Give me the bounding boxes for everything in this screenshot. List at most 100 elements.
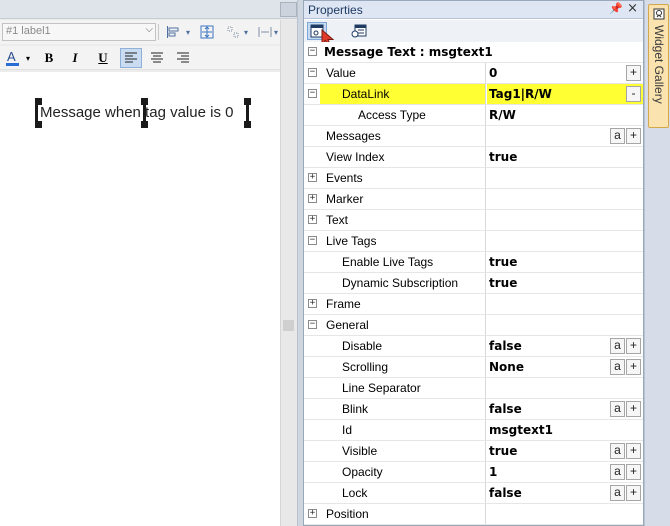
property-value-cell[interactable]: [487, 378, 643, 398]
scrollbar-thumb[interactable]: [283, 320, 294, 331]
property-value: 1: [489, 465, 498, 479]
property-row[interactable]: Line Separator: [304, 378, 643, 399]
add-button[interactable]: +: [626, 485, 641, 501]
property-name: Scrolling: [342, 360, 389, 374]
underline-button[interactable]: U: [92, 48, 114, 68]
add-button[interactable]: +: [626, 443, 641, 459]
message-text-widget[interactable]: Message when tag value is 0: [35, 98, 251, 128]
property-row[interactable]: Disable false a +: [304, 336, 643, 357]
animation-button[interactable]: a: [610, 443, 625, 459]
animation-button[interactable]: a: [610, 338, 625, 354]
property-row[interactable]: Dynamic Subscription true: [304, 273, 643, 294]
add-button[interactable]: +: [626, 359, 641, 375]
property-name: Value: [326, 66, 356, 80]
collapse-icon[interactable]: −: [308, 68, 317, 77]
add-button[interactable]: +: [626, 65, 641, 81]
collapse-icon[interactable]: −: [308, 320, 317, 329]
property-row[interactable]: + Frame: [304, 294, 643, 315]
collapse-icon[interactable]: −: [308, 47, 317, 56]
property-name: Line Separator: [342, 381, 421, 395]
property-value-cell[interactable]: [487, 315, 643, 335]
label-toolbar: #1 label1 ⌵ ▾ ▾ ▾: [0, 20, 280, 44]
property-row[interactable]: Enable Live Tags true: [304, 252, 643, 273]
widget-gallery-tab[interactable]: Widget Gallery: [648, 4, 669, 128]
widget-gallery-icon: [653, 8, 665, 20]
expand-icon[interactable]: +: [308, 173, 317, 182]
chevron-down-icon[interactable]: ▾: [22, 48, 34, 68]
close-icon[interactable]: ×: [627, 1, 638, 16]
property-name: Position: [326, 507, 369, 521]
expand-icon[interactable]: +: [308, 194, 317, 203]
events-view-button[interactable]: [349, 22, 369, 40]
expand-icon[interactable]: +: [308, 509, 317, 518]
property-row[interactable]: + Position: [304, 504, 643, 525]
animation-button[interactable]: a: [610, 464, 625, 480]
property-row[interactable]: Id msgtext1: [304, 420, 643, 441]
property-value-cell[interactable]: [487, 63, 643, 83]
align-right-button[interactable]: [172, 48, 194, 68]
property-name: Frame: [326, 297, 361, 311]
property-name: Blink: [342, 402, 369, 416]
collapse-icon[interactable]: −: [308, 236, 317, 245]
property-value-cell[interactable]: [487, 210, 643, 230]
property-value-cell[interactable]: [487, 231, 643, 251]
vertical-scrollbar[interactable]: [280, 20, 297, 526]
scroll-up-button[interactable]: [280, 2, 297, 17]
property-row[interactable]: Visible true a +: [304, 441, 643, 462]
property-name: View Index: [326, 150, 385, 164]
property-row[interactable]: − DataLink Tag1|R/W -: [304, 84, 643, 105]
italic-button[interactable]: I: [64, 48, 86, 68]
property-value-cell[interactable]: [487, 168, 643, 188]
property-row[interactable]: − Value 0 +: [304, 63, 643, 84]
property-value: true: [489, 444, 518, 458]
resize-handle[interactable]: [244, 121, 251, 128]
resize-handle[interactable]: [35, 121, 42, 128]
resize-handle[interactable]: [141, 121, 148, 128]
collapse-icon[interactable]: −: [308, 89, 317, 98]
property-value-cell[interactable]: [487, 294, 643, 314]
expand-icon[interactable]: +: [308, 215, 317, 224]
property-row[interactable]: Messages a +: [304, 126, 643, 147]
property-row[interactable]: Access Type R/W: [304, 105, 643, 126]
pin-icon[interactable]: 📌: [609, 2, 623, 15]
property-row[interactable]: Scrolling None a +: [304, 357, 643, 378]
align-left-icon[interactable]: [162, 22, 184, 42]
add-button[interactable]: +: [626, 128, 641, 144]
property-row[interactable]: − Live Tags: [304, 231, 643, 252]
property-row[interactable]: View Index true: [304, 147, 643, 168]
animation-button[interactable]: a: [610, 359, 625, 375]
property-row[interactable]: + Events: [304, 168, 643, 189]
center-fit-icon[interactable]: [197, 22, 217, 42]
chevron-down-icon[interactable]: ▾: [183, 22, 193, 42]
property-name: General: [326, 318, 369, 332]
property-row[interactable]: + Marker: [304, 189, 643, 210]
property-value: true: [489, 150, 518, 164]
editor-top-strip: [0, 0, 297, 19]
animation-button[interactable]: a: [610, 485, 625, 501]
property-value: false: [489, 339, 522, 353]
remove-button[interactable]: -: [626, 86, 641, 102]
bold-button[interactable]: B: [38, 48, 60, 68]
design-canvas[interactable]: Message when tag value is 0: [0, 72, 280, 526]
align-left-button[interactable]: [120, 48, 142, 68]
property-row[interactable]: + Text: [304, 210, 643, 231]
property-row[interactable]: Opacity 1 a +: [304, 462, 643, 483]
animation-button[interactable]: a: [610, 401, 625, 417]
chevron-down-icon[interactable]: ▾: [241, 22, 251, 42]
label-selector-combo[interactable]: #1 label1 ⌵: [2, 23, 156, 41]
add-button[interactable]: +: [626, 401, 641, 417]
align-center-button[interactable]: [146, 48, 168, 68]
distribute-icon[interactable]: [223, 22, 243, 42]
property-value-cell[interactable]: [487, 189, 643, 209]
property-value-cell[interactable]: [487, 504, 643, 524]
animation-button[interactable]: a: [610, 128, 625, 144]
add-button[interactable]: +: [626, 338, 641, 354]
expand-icon[interactable]: +: [308, 299, 317, 308]
property-row[interactable]: Lock false a +: [304, 483, 643, 504]
chevron-down-icon[interactable]: ⌵: [145, 24, 153, 35]
property-row[interactable]: − General: [304, 315, 643, 336]
font-color-icon[interactable]: A: [2, 48, 24, 68]
property-value: false: [489, 486, 522, 500]
add-button[interactable]: +: [626, 464, 641, 480]
property-row[interactable]: Blink false a +: [304, 399, 643, 420]
